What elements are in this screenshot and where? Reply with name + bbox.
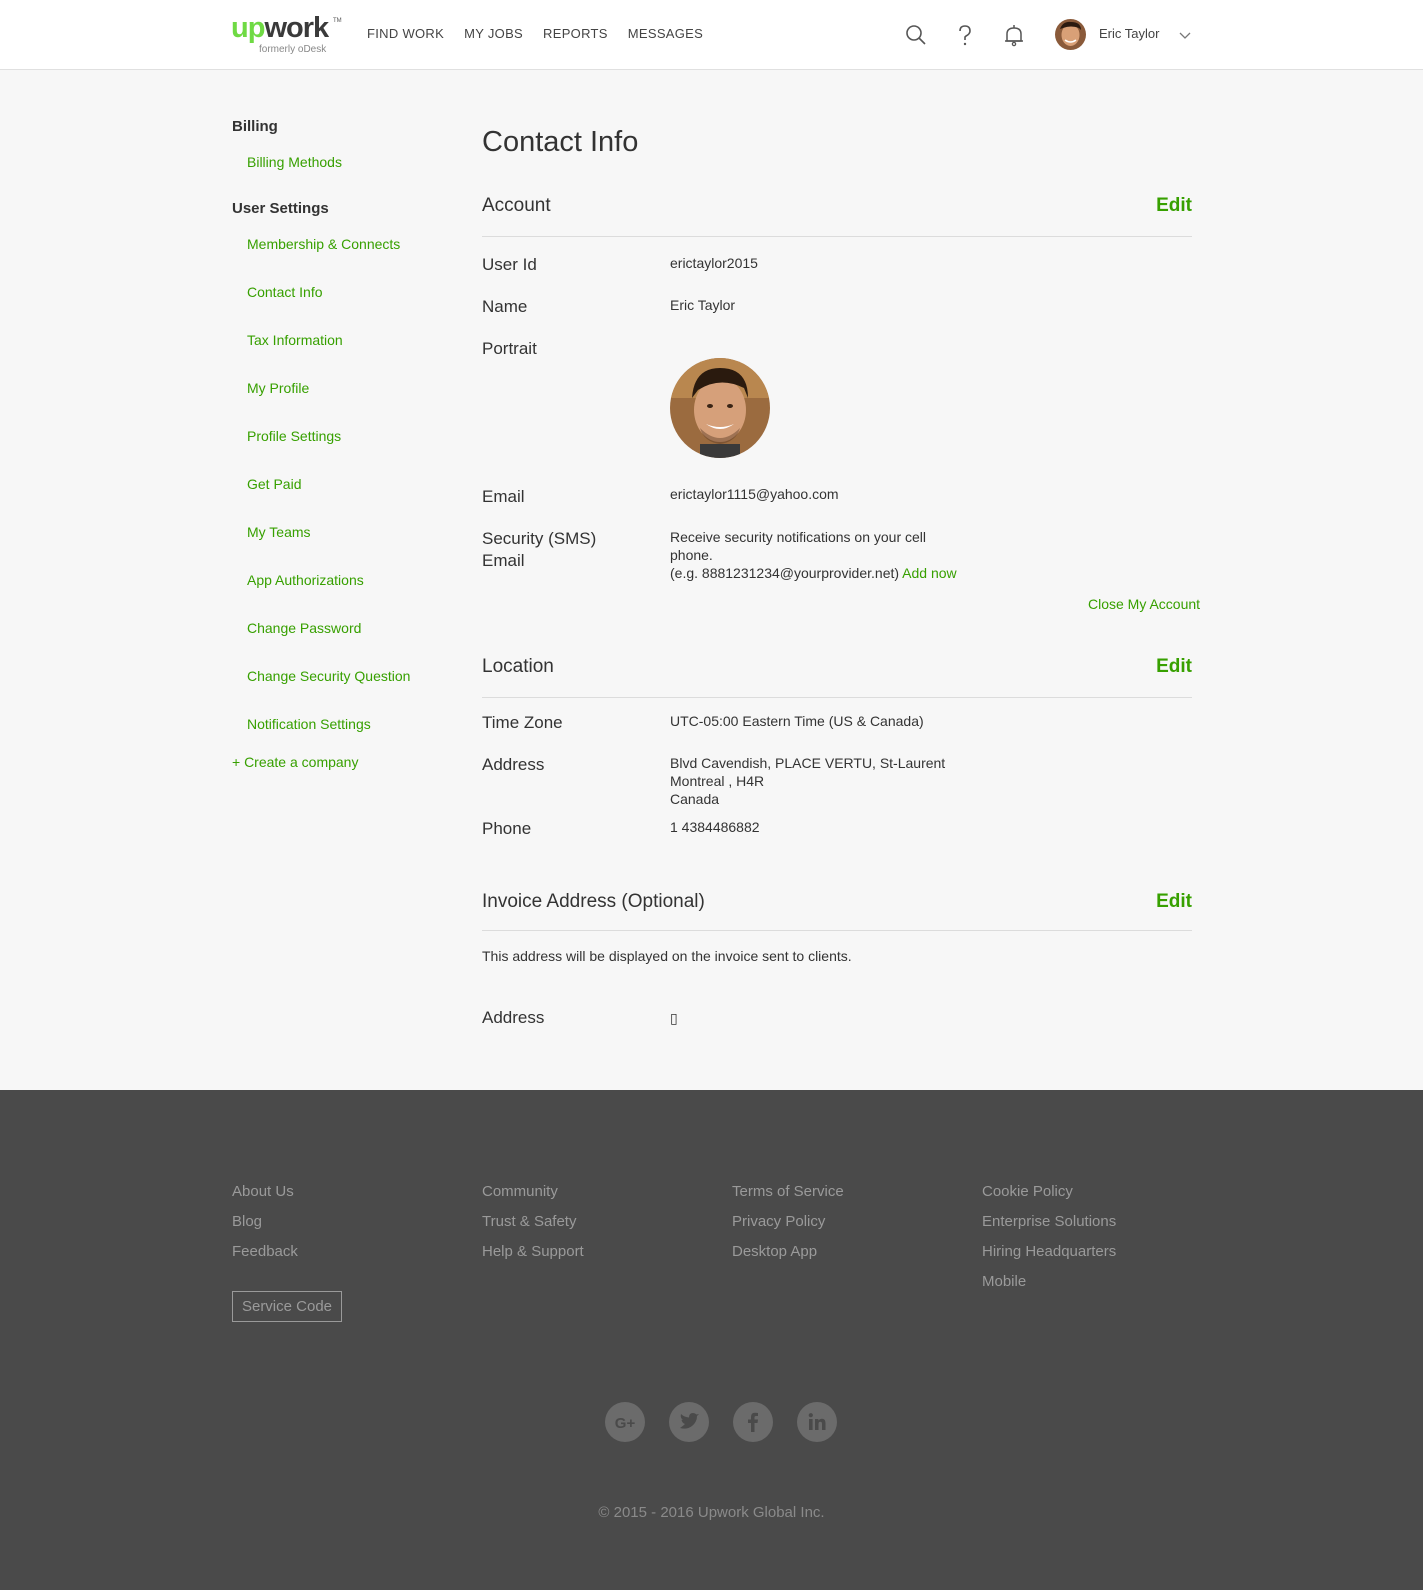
location-divider	[482, 697, 1192, 698]
footer-link-desktop-app[interactable]: Desktop App	[732, 1237, 844, 1267]
bell-icon[interactable]	[1001, 22, 1027, 48]
avatar[interactable]	[1055, 19, 1086, 50]
account-edit-button[interactable]: Edit	[1156, 195, 1192, 217]
name-value: Eric Taylor	[670, 297, 736, 313]
phone-value: 1 4384486882	[670, 819, 760, 835]
nav-my-jobs[interactable]: MY JOBS	[464, 26, 523, 41]
footer-column-3: Terms of Service Privacy Policy Desktop …	[732, 1177, 844, 1267]
footer-link-privacy[interactable]: Privacy Policy	[732, 1207, 844, 1237]
page-title: Contact Info	[482, 126, 639, 158]
footer-link-feedback[interactable]: Feedback	[232, 1237, 298, 1267]
invoice-note: This address will be displayed on the in…	[482, 948, 852, 964]
user-id-value: erictaylor2015	[670, 255, 758, 271]
sidebar-item-my-teams[interactable]: My Teams	[247, 524, 311, 540]
invoice-divider	[482, 930, 1192, 931]
invoice-address-value: ▯	[670, 1010, 678, 1026]
service-code-button[interactable]: Service Code	[232, 1291, 342, 1322]
google-plus-icon[interactable]: G+	[605, 1402, 645, 1442]
sidebar-item-my-profile[interactable]: My Profile	[247, 380, 309, 396]
close-account-link[interactable]: Close My Account	[1088, 596, 1200, 612]
invoice-section-title: Invoice Address (Optional)	[482, 891, 705, 912]
nav-messages[interactable]: MESSAGES	[628, 26, 703, 41]
footer-link-trust-safety[interactable]: Trust & Safety	[482, 1207, 584, 1237]
address-line-2: Montreal , H4R	[670, 773, 765, 789]
footer-link-blog[interactable]: Blog	[232, 1207, 298, 1237]
sms-label-line-1: Security (SMS)	[482, 529, 597, 548]
help-icon[interactable]	[952, 22, 978, 48]
create-company-link[interactable]: + Create a company	[232, 754, 358, 770]
sidebar-item-app-authorizations[interactable]: App Authorizations	[247, 572, 364, 588]
sidebar-item-membership[interactable]: Membership & Connects	[247, 236, 400, 252]
name-label: Name	[482, 297, 528, 316]
sidebar-item-notification-settings[interactable]: Notification Settings	[247, 716, 371, 732]
email-value: erictaylor1115@yahoo.com	[670, 486, 839, 502]
main-nav: FIND WORK MY JOBS REPORTS MESSAGES	[367, 26, 703, 41]
account-divider	[482, 236, 1192, 237]
twitter-icon[interactable]	[669, 1402, 709, 1442]
svg-text:G+: G+	[615, 1415, 636, 1432]
email-label: Email	[482, 487, 525, 506]
location-section-title: Location	[482, 656, 554, 677]
user-settings-heading: User Settings	[232, 200, 329, 217]
sms-label-line-2: Email	[482, 551, 525, 570]
sidebar-item-billing-methods[interactable]: Billing Methods	[247, 154, 342, 170]
account-section-title: Account	[482, 195, 551, 216]
footer-column-4: Cookie Policy Enterprise Solutions Hirin…	[982, 1177, 1116, 1297]
invoice-edit-button[interactable]: Edit	[1156, 891, 1192, 913]
sms-description-line-1: Receive security notifications on your c…	[670, 529, 927, 545]
sidebar-item-change-password[interactable]: Change Password	[247, 620, 361, 636]
phone-label: Phone	[482, 819, 532, 838]
footer-link-about-us[interactable]: About Us	[232, 1177, 298, 1207]
sms-example: (e.g. 8881231234@yourprovider.net) Add n…	[670, 564, 957, 582]
logo-trademark: TM	[333, 18, 342, 24]
nav-find-work[interactable]: FIND WORK	[367, 26, 444, 41]
footer-column-2: Community Trust & Safety Help & Support	[482, 1177, 584, 1267]
chevron-down-icon[interactable]	[1178, 28, 1192, 39]
sidebar-item-change-security-question[interactable]: Change Security Question	[247, 668, 410, 684]
portrait-label: Portrait	[482, 339, 537, 358]
user-id-label: User Id	[482, 255, 537, 274]
logo-work-text: work	[264, 12, 329, 44]
nav-reports[interactable]: REPORTS	[543, 26, 608, 41]
portrait-image	[670, 358, 770, 458]
upwork-logo[interactable]: upwork TM formerly oDesk	[231, 12, 342, 58]
invoice-address-label: Address	[482, 1008, 545, 1027]
footer-link-hiring-hq[interactable]: Hiring Headquarters	[982, 1237, 1116, 1267]
logo-up-text: up	[231, 12, 265, 44]
footer-link-community[interactable]: Community	[482, 1177, 584, 1207]
top-navigation-bar: upwork TM formerly oDesk FIND WORK MY JO…	[0, 0, 1423, 70]
facebook-icon[interactable]	[733, 1402, 773, 1442]
address-label: Address	[482, 755, 545, 774]
sms-example-text: (e.g. 8881231234@yourprovider.net)	[670, 565, 900, 581]
sms-description-line-2: phone.	[670, 547, 713, 563]
footer-link-cookie-policy[interactable]: Cookie Policy	[982, 1177, 1116, 1207]
linkedin-icon[interactable]	[797, 1402, 837, 1442]
billing-heading: Billing	[232, 118, 278, 135]
sidebar-item-tax-information[interactable]: Tax Information	[247, 332, 343, 348]
address-line-3: Canada	[670, 791, 720, 807]
address-line-1: Blvd Cavendish, PLACE VERTU, St-Laurent	[670, 755, 946, 771]
timezone-value: UTC-05:00 Eastern Time (US & Canada)	[670, 713, 924, 729]
footer-column-1: About Us Blog Feedback	[232, 1177, 298, 1267]
copyright-text: © 2015 - 2016 Upwork Global Inc.	[598, 1504, 825, 1521]
sidebar-item-contact-info[interactable]: Contact Info	[247, 284, 323, 300]
user-name[interactable]: Eric Taylor	[1099, 26, 1159, 41]
footer-link-enterprise[interactable]: Enterprise Solutions	[982, 1207, 1116, 1237]
timezone-label: Time Zone	[482, 713, 563, 732]
sidebar-item-get-paid[interactable]: Get Paid	[247, 476, 301, 492]
add-now-link[interactable]: Add now	[902, 565, 956, 581]
footer-link-terms[interactable]: Terms of Service	[732, 1177, 844, 1207]
search-icon[interactable]	[903, 22, 929, 48]
sidebar-item-profile-settings[interactable]: Profile Settings	[247, 428, 341, 444]
footer-link-help-support[interactable]: Help & Support	[482, 1237, 584, 1267]
logo-subtitle: formerly oDesk	[259, 44, 327, 55]
footer-link-mobile[interactable]: Mobile	[982, 1267, 1116, 1297]
location-edit-button[interactable]: Edit	[1156, 656, 1192, 678]
